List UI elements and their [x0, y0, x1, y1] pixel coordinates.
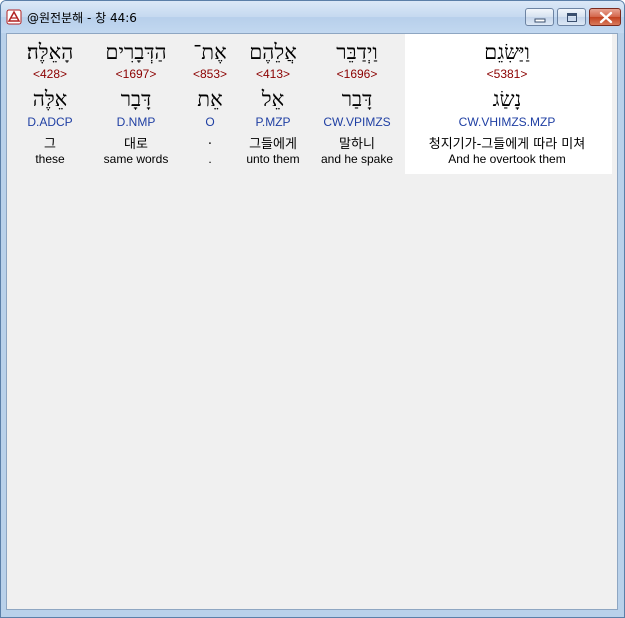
english-gloss: And he overtook them: [448, 152, 566, 166]
maximize-icon: [567, 13, 577, 22]
title-bar[interactable]: @원전분해 - 창 44:6: [1, 1, 624, 33]
hebrew-word[interactable]: הָאֵלֶּה׃: [4, 40, 96, 64]
morphology-code[interactable]: D.ADCP: [4, 115, 96, 129]
hebrew-word[interactable]: וַיַּשִּׂגֵם: [405, 40, 610, 64]
hebrew-root[interactable]: דָּבַר: [311, 87, 403, 111]
maximize-button[interactable]: [557, 8, 586, 26]
bible-app-icon[interactable]: [6, 9, 22, 25]
english-gloss: and he spake: [320, 152, 394, 166]
hebrew-word[interactable]: וַיְדַבֵּר: [311, 40, 403, 64]
english-gloss: same words: [103, 152, 169, 166]
hebrew-root[interactable]: אֵלֶּה: [4, 87, 96, 111]
hebrew-word[interactable]: הַדְּבָרִים: [90, 40, 182, 64]
app-window: @원전분해 - 창 44:6 וַיַּשִּׂגֵם <5381> נָשַׂ…: [0, 0, 625, 618]
korean-gloss: 말하니: [339, 137, 375, 152]
english-gloss: these: [35, 152, 65, 166]
morphology-code[interactable]: CW.VPIMZS: [311, 115, 403, 129]
hebrew-root[interactable]: נָשַׂג: [405, 87, 610, 111]
minimize-icon: [534, 18, 546, 23]
minimize-button[interactable]: [525, 8, 554, 26]
korean-gloss: 그: [44, 137, 56, 152]
morphology-code[interactable]: CW.VHIMZS.MZP: [405, 115, 610, 129]
korean-gloss: 청지기가-그들에게 따라 미쳐: [428, 137, 586, 152]
close-icon: [599, 11, 613, 24]
analysis-pane[interactable]: וַיַּשִּׂגֵם <5381> נָשַׂג CW.VHIMZS.MZP…: [6, 33, 618, 610]
strong-number[interactable]: <1696>: [311, 67, 403, 81]
korean-gloss: 대로: [124, 137, 148, 152]
strong-number[interactable]: <428>: [4, 67, 96, 81]
window-title: @원전분해 - 창 44:6: [27, 11, 137, 25]
morphology-code[interactable]: D.NMP: [90, 115, 182, 129]
close-button[interactable]: [589, 8, 621, 26]
strong-number[interactable]: <5381>: [405, 67, 610, 81]
strong-number[interactable]: <1697>: [90, 67, 182, 81]
hebrew-root[interactable]: דָּבָר: [90, 87, 182, 111]
